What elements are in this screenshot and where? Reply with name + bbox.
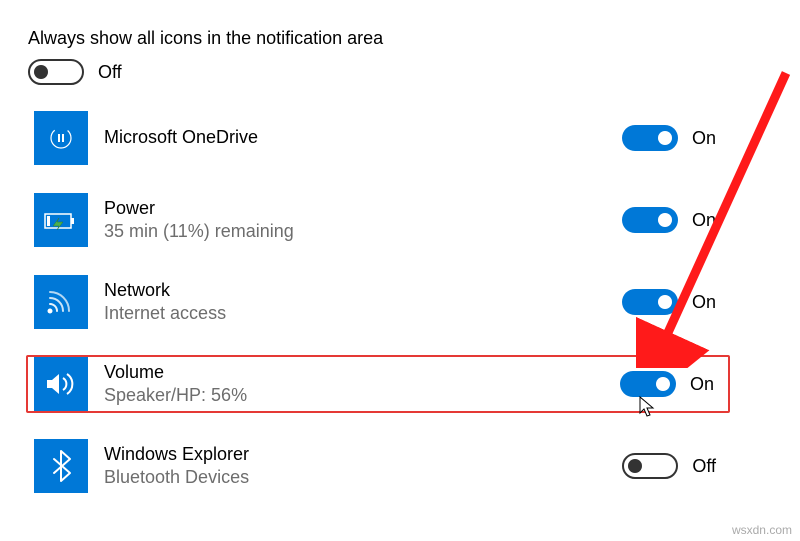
item-subtitle: 35 min (11%) remaining — [104, 220, 622, 243]
item-text: VolumeSpeaker/HP: 56% — [104, 361, 620, 408]
toggle-area: On — [622, 207, 716, 233]
item-title: Power — [104, 197, 622, 220]
item-toggle[interactable] — [622, 125, 678, 151]
onedrive-sync-icon — [34, 111, 88, 165]
notification-area-settings: Always show all icons in the notificatio… — [0, 0, 740, 495]
item-toggle-state: On — [692, 292, 716, 313]
watermark: wsxdn.com — [732, 523, 792, 537]
speaker-icon — [34, 357, 88, 411]
item-title: Volume — [104, 361, 620, 384]
list-item: NetworkInternet access On — [28, 273, 730, 331]
item-toggle-state: Off — [692, 456, 716, 477]
always-show-toggle-row: Off — [28, 59, 740, 85]
item-title: Network — [104, 279, 622, 302]
always-show-setting: Always show all icons in the notificatio… — [28, 28, 740, 49]
item-text: Power35 min (11%) remaining — [104, 197, 622, 244]
item-toggle[interactable] — [620, 371, 676, 397]
always-show-toggle[interactable] — [28, 59, 84, 85]
item-toggle-state: On — [692, 210, 716, 231]
toggle-area: On — [620, 371, 714, 397]
list-item: Windows ExplorerBluetooth Devices Off — [28, 437, 730, 495]
item-toggle[interactable] — [622, 207, 678, 233]
toggle-area: On — [622, 125, 716, 151]
bluetooth-icon — [34, 439, 88, 493]
item-toggle[interactable] — [622, 453, 678, 479]
item-toggle-state: On — [692, 128, 716, 149]
always-show-state: Off — [98, 62, 122, 83]
item-subtitle: Internet access — [104, 302, 622, 325]
item-toggle-state: On — [690, 374, 714, 395]
item-text: Microsoft OneDrive — [104, 126, 622, 149]
item-toggle[interactable] — [622, 289, 678, 315]
list-item: VolumeSpeaker/HP: 56% On — [26, 355, 730, 413]
list-item: Microsoft OneDrive On — [28, 109, 730, 167]
battery-icon — [34, 193, 88, 247]
always-show-label: Always show all icons in the notificatio… — [28, 28, 740, 49]
item-text: NetworkInternet access — [104, 279, 622, 326]
item-text: Windows ExplorerBluetooth Devices — [104, 443, 622, 490]
toggle-area: Off — [622, 453, 716, 479]
wifi-icon — [34, 275, 88, 329]
toggle-area: On — [622, 289, 716, 315]
item-title: Microsoft OneDrive — [104, 126, 622, 149]
item-subtitle: Speaker/HP: 56% — [104, 384, 620, 407]
item-title: Windows Explorer — [104, 443, 622, 466]
list-item: Power35 min (11%) remaining On — [28, 191, 730, 249]
item-subtitle: Bluetooth Devices — [104, 466, 622, 489]
